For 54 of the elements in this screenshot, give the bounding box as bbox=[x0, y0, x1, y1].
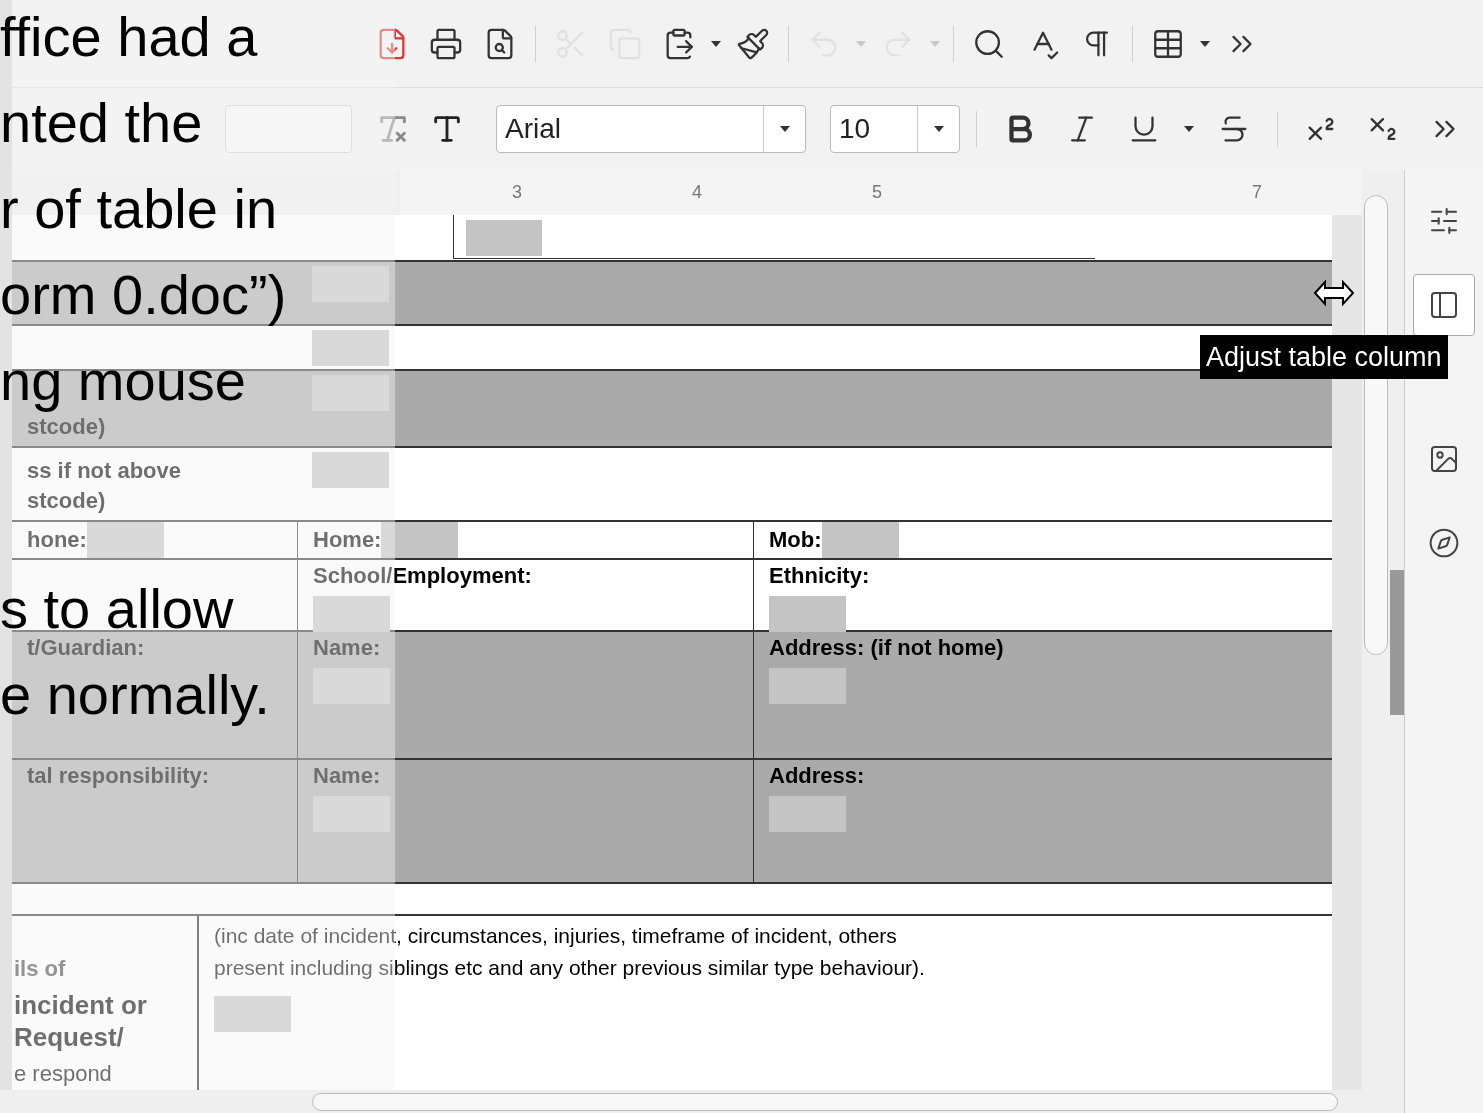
field-shading[interactable] bbox=[769, 595, 846, 632]
print-icon bbox=[429, 26, 463, 61]
dropdown-caret-icon[interactable] bbox=[932, 125, 945, 133]
field-shading[interactable] bbox=[312, 330, 389, 367]
form-label: hone: bbox=[27, 527, 87, 552]
caption-line: nted the bbox=[0, 96, 203, 150]
styles-icon bbox=[1428, 289, 1460, 321]
form-label: School/Employment: bbox=[313, 563, 533, 588]
paintbrush-icon bbox=[736, 26, 770, 61]
field-shading[interactable] bbox=[466, 220, 542, 256]
form-label: stcode) bbox=[27, 413, 107, 442]
form-label: tal responsibility: bbox=[27, 764, 211, 789]
form-label: Name: bbox=[313, 764, 382, 789]
dropdown-caret-icon[interactable] bbox=[1199, 39, 1211, 48]
ruler-number: 4 bbox=[692, 181, 703, 204]
navigator-icon bbox=[1428, 527, 1460, 559]
form-label: Home: bbox=[313, 527, 382, 552]
form-label: incident or Request/ bbox=[14, 989, 148, 1053]
field-shading[interactable] bbox=[769, 667, 846, 704]
form-label: Ethnicity: bbox=[769, 563, 871, 588]
form-label: t/Guardian: bbox=[27, 635, 146, 660]
field-shading[interactable] bbox=[214, 996, 291, 1032]
field-shading[interactable] bbox=[381, 521, 459, 558]
form-label: e respond bbox=[14, 1060, 113, 1088]
dropdown-caret-icon[interactable] bbox=[1183, 125, 1195, 133]
font-size-box[interactable]: 10 bbox=[830, 105, 960, 153]
sidebar-handle[interactable] bbox=[1390, 570, 1404, 715]
font-name-box[interactable]: Arial bbox=[496, 105, 806, 153]
form-label: Name: bbox=[313, 635, 382, 660]
form-label: ils of bbox=[14, 955, 67, 983]
ruler-number: 5 bbox=[872, 181, 883, 204]
dropdown-caret-icon[interactable] bbox=[710, 39, 722, 48]
form-label: Address: (if not home) bbox=[769, 635, 1005, 660]
ruler-number: 7 bbox=[1252, 181, 1263, 204]
caption-line: r of table in bbox=[0, 182, 278, 236]
field-shading[interactable] bbox=[86, 521, 164, 558]
ruler[interactable]: 3 4 5 7 bbox=[400, 170, 1362, 215]
gallery-icon bbox=[1428, 443, 1460, 475]
hint-text: (inc date of incident, circumstances, injuries, timeframe of incident, others present including siblings etc and any other previous similar type behaviour). bbox=[214, 923, 926, 981]
form-label: ss if not above stcode) bbox=[27, 456, 183, 515]
form-label: Mob: bbox=[769, 527, 822, 552]
caption-line: ffice had a bbox=[0, 10, 258, 64]
field-shading[interactable] bbox=[312, 452, 389, 489]
dropdown-caret-icon[interactable] bbox=[778, 125, 791, 133]
tooltip: Adjust table column bbox=[1200, 335, 1448, 379]
properties-icon bbox=[1428, 205, 1460, 237]
form-label: Address: bbox=[769, 764, 866, 789]
styles-tab[interactable] bbox=[1413, 274, 1475, 336]
caption-line: s to allow bbox=[0, 582, 234, 636]
ruler-number: 3 bbox=[512, 181, 522, 204]
field-shading[interactable] bbox=[769, 796, 846, 833]
field-shading[interactable] bbox=[821, 521, 899, 558]
resize-cursor-icon bbox=[1313, 278, 1355, 308]
field-shading[interactable] bbox=[313, 595, 390, 632]
